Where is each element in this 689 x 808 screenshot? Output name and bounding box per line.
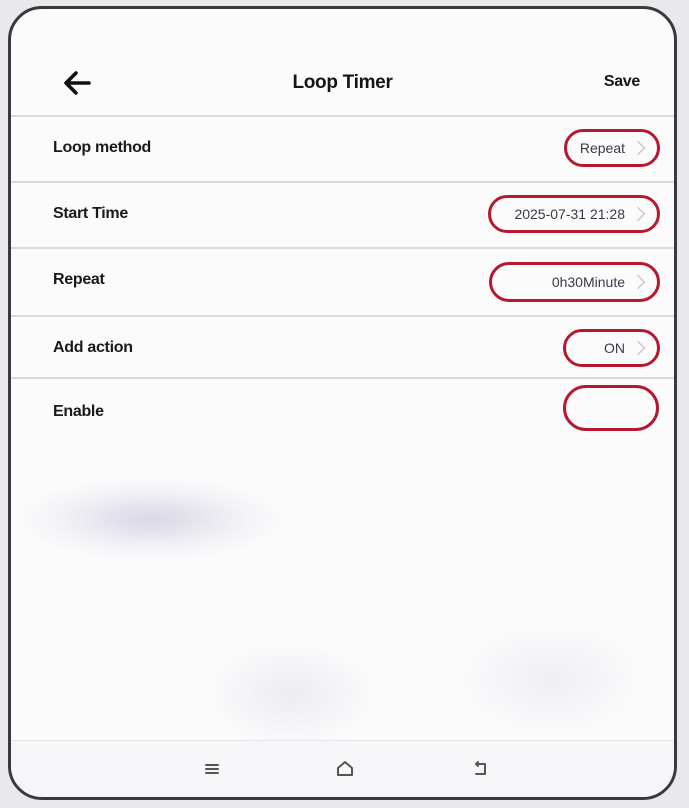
blurred-region	[201, 639, 381, 749]
return-button[interactable]	[469, 757, 493, 781]
chevron-right-icon	[630, 206, 646, 222]
home-icon	[337, 761, 353, 776]
row-add-action[interactable]: Add action ON	[11, 315, 674, 383]
row-repeat[interactable]: Repeat 0h30Minute	[11, 247, 674, 315]
start-time-value-text: 2025-07-31 21:28	[514, 206, 625, 222]
menu-icon	[205, 764, 219, 774]
menu-button[interactable]	[200, 757, 224, 781]
add-action-label: Add action	[53, 339, 133, 356]
chevron-right-icon	[630, 274, 646, 290]
loop-method-label: Loop method	[53, 139, 152, 156]
return-icon	[475, 761, 486, 775]
row-start-time[interactable]: Start Time 2025-07-31 21:28	[11, 181, 674, 249]
row-enable: Enable	[11, 377, 674, 435]
enable-label: Enable	[53, 403, 104, 420]
enable-toggle[interactable]	[563, 385, 659, 431]
blurred-region	[451, 619, 651, 739]
app-header: Loop Timer Save	[11, 9, 674, 127]
blurred-region	[21, 479, 281, 559]
repeat-value[interactable]: 0h30Minute	[489, 262, 660, 302]
phone-screen: Loop Timer Save Loop method Repeat Start…	[8, 6, 677, 800]
add-action-value[interactable]: ON	[563, 329, 660, 367]
repeat-label: Repeat	[53, 271, 105, 288]
row-loop-method[interactable]: Loop method Repeat	[11, 115, 674, 183]
chevron-right-icon	[630, 340, 646, 356]
start-time-value[interactable]: 2025-07-31 21:28	[488, 195, 660, 233]
repeat-value-text: 0h30Minute	[551, 274, 625, 290]
add-action-value-text: ON	[604, 340, 625, 356]
start-time-label: Start Time	[53, 205, 128, 222]
page-title: Loop Timer	[292, 72, 393, 93]
save-button[interactable]: Save	[604, 73, 640, 91]
home-button[interactable]	[333, 757, 357, 781]
chevron-right-icon	[630, 140, 646, 156]
system-navigation-bar	[11, 740, 674, 797]
loop-method-value[interactable]: Repeat	[564, 129, 660, 167]
loop-method-value-text: Repeat	[579, 140, 625, 156]
